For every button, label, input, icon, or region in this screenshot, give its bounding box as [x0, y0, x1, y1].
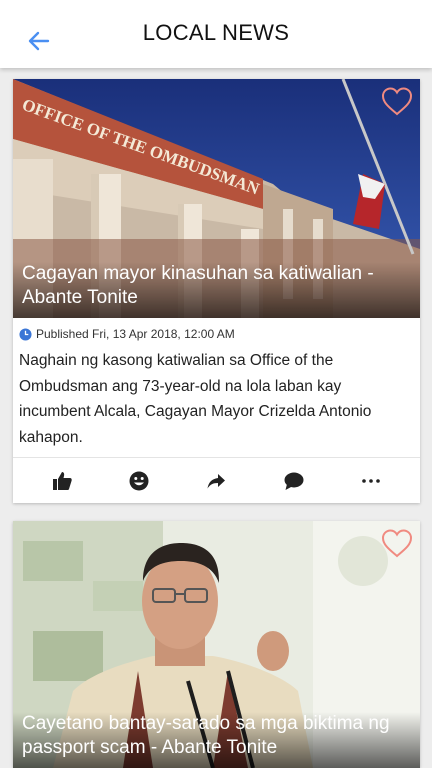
news-card[interactable]: OFFICE OF THE OMBUDSMAN Cagayan mayor ki…: [13, 79, 420, 503]
publish-info: Published Fri, 13 Apr 2018, 12:00 AM: [13, 318, 420, 342]
smiley-icon: [129, 471, 149, 490]
news-image[interactable]: Cayetano bantay-sarado sa mga biktima ng…: [13, 521, 420, 768]
publish-date: Published Fri, 13 Apr 2018, 12:00 AM: [36, 327, 235, 341]
more-button[interactable]: [351, 461, 391, 501]
news-headline[interactable]: Cagayan mayor kinasuhan sa katiwalian - …: [13, 262, 420, 318]
action-bar: [13, 457, 420, 503]
comment-icon: [284, 472, 304, 490]
more-icon: [362, 478, 381, 483]
thumbs-up-icon: [52, 471, 72, 490]
news-headline[interactable]: Cayetano bantay-sarado sa mga biktima ng…: [13, 712, 420, 768]
news-summary: Naghain ng kasong katiwalian sa Office o…: [19, 352, 372, 446]
favorite-heart-icon[interactable]: [380, 85, 414, 117]
like-button[interactable]: [42, 461, 82, 501]
clock-icon: [19, 327, 32, 341]
page-title: LOCAL NEWS: [142, 20, 290, 45]
news-image[interactable]: OFFICE OF THE OMBUDSMAN Cagayan mayor ki…: [13, 79, 420, 318]
favorite-heart-icon[interactable]: [380, 527, 414, 559]
share-button[interactable]: [196, 461, 236, 501]
news-card[interactable]: Cayetano bantay-sarado sa mga biktima ng…: [13, 521, 420, 768]
comment-button[interactable]: [274, 461, 314, 501]
share-icon: [207, 473, 226, 488]
app-bar: LOCAL NEWS: [0, 0, 432, 68]
react-button[interactable]: [119, 461, 159, 501]
